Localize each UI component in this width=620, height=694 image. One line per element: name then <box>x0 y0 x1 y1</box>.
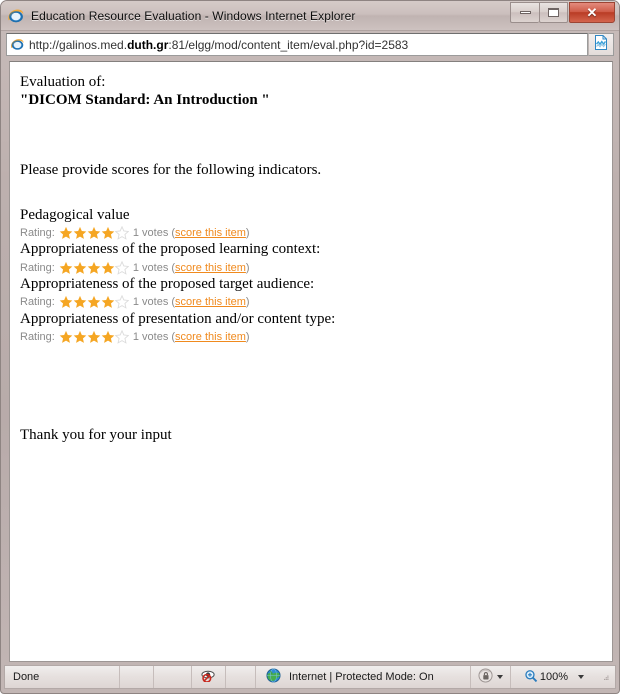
rating-label: Rating: <box>20 226 55 239</box>
star-rating <box>59 330 129 344</box>
instructions-text: Please provide scores for the following … <box>20 161 322 178</box>
status-slot-2 <box>154 666 192 688</box>
security-zone-indicator[interactable]: Internet | Protected Mode: On <box>256 666 471 688</box>
address-bar[interactable]: http://galinos.med.duth.gr:81/elgg/mod/c… <box>6 33 588 56</box>
zoom-level-text: 100% <box>539 671 569 683</box>
star-filled-icon <box>59 226 73 239</box>
indicator-label: Appropriateness of the proposed target a… <box>20 276 315 293</box>
vote-count: 1 votes <box>132 330 169 343</box>
star-rating <box>59 225 129 240</box>
minimize-button[interactable] <box>510 2 539 23</box>
privacy-report-blocked-icon <box>201 669 216 685</box>
star-filled-icon <box>73 296 87 309</box>
evaluation-of-label: Evaluation of: <box>20 74 106 90</box>
url-text[interactable]: http://galinos.med.duth.gr:81/elgg/mod/c… <box>27 38 587 52</box>
rating-label: Rating: <box>20 296 55 309</box>
score-this-item-link[interactable]: score this item <box>175 331 246 343</box>
url-suffix: :81/elgg/mod/content_item/eval.php?id=25… <box>168 37 409 52</box>
star-empty-icon <box>114 225 129 240</box>
status-bar: Done Internet | Protected Mode: On 100% <box>4 665 616 689</box>
window-title-bar[interactable]: Education Resource Evaluation - Windows … <box>1 1 619 31</box>
maximize-button[interactable] <box>539 2 568 23</box>
minimize-icon <box>519 11 531 14</box>
address-bar-favicon <box>7 37 27 52</box>
resource-title: "DICOM Standard: An Introduction " <box>20 92 270 109</box>
star-filled-icon <box>87 226 101 239</box>
protected-mode-button[interactable] <box>471 666 511 688</box>
privacy-report-button[interactable] <box>192 666 226 688</box>
status-text: Done <box>5 666 120 688</box>
compatibility-view-button[interactable] <box>588 33 614 56</box>
star-filled-icon <box>101 261 115 274</box>
resize-grip[interactable] <box>597 666 615 688</box>
zoom-control[interactable]: 100% <box>511 666 597 688</box>
vote-count: 1 votes <box>132 261 169 274</box>
chevron-down-icon[interactable] <box>578 675 585 679</box>
rating-row: Rating: 1 votes ( score this item ) <box>20 225 612 240</box>
vote-count: 1 votes <box>132 296 169 309</box>
star-filled-icon <box>59 261 73 274</box>
star-filled-icon <box>101 226 115 239</box>
url-domain: duth.gr <box>127 37 169 52</box>
close-paren: ) <box>245 226 250 239</box>
indicator-item: Appropriateness of the proposed target a… <box>20 276 612 310</box>
window-controls: ✕ <box>510 2 615 23</box>
star-filled-icon <box>73 261 87 274</box>
rating-row: Rating: 1 votes ( score this item ) <box>20 330 612 345</box>
star-empty-icon <box>114 295 129 310</box>
star-filled-icon <box>87 330 101 343</box>
address-bar-row: http://galinos.med.duth.gr:81/elgg/mod/c… <box>1 31 619 59</box>
star-filled-icon <box>101 296 115 309</box>
close-paren: ) <box>245 296 250 309</box>
indicator-item: Pedagogical value Rating: 1 votes ( scor <box>20 207 612 241</box>
star-filled-icon <box>87 296 101 309</box>
status-slot-1 <box>120 666 154 688</box>
document-body: Evaluation of: "DICOM Standard: An Intro… <box>10 62 612 444</box>
page-content-area: Evaluation of: "DICOM Standard: An Intro… <box>9 61 613 662</box>
close-paren: ) <box>245 330 250 343</box>
vote-count: 1 votes <box>132 226 169 239</box>
zoom-magnifier-icon <box>524 669 538 686</box>
indicator-list: Pedagogical value Rating: 1 votes ( scor <box>20 207 612 345</box>
star-filled-icon <box>101 330 115 343</box>
star-filled-icon <box>59 330 73 343</box>
chevron-down-icon[interactable] <box>497 675 503 679</box>
indicator-label: Appropriateness of presentation and/or c… <box>20 310 336 327</box>
thank-you-text: Thank you for your input <box>20 426 172 443</box>
star-filled-icon <box>73 226 87 239</box>
star-filled-icon <box>87 261 101 274</box>
score-this-item-link[interactable]: score this item <box>175 296 246 308</box>
star-filled-icon <box>73 330 87 343</box>
url-prefix: http://galinos.med. <box>29 37 128 52</box>
protected-mode-lock-icon <box>478 668 494 686</box>
indicator-label: Appropriateness of the proposed learning… <box>20 241 321 258</box>
rating-label: Rating: <box>20 261 55 274</box>
close-icon: ✕ <box>586 4 598 20</box>
compatibility-view-icon <box>594 34 608 55</box>
indicator-label: Pedagogical value <box>20 206 130 223</box>
internet-zone-globe-icon <box>266 668 281 686</box>
close-paren: ) <box>245 261 250 274</box>
indicator-item: Appropriateness of presentation and/or c… <box>20 311 612 345</box>
status-slot-3 <box>226 666 256 688</box>
star-rating <box>59 295 129 310</box>
internet-explorer-icon <box>7 7 25 25</box>
close-button[interactable]: ✕ <box>569 2 615 23</box>
rating-label: Rating: <box>20 330 55 343</box>
security-zone-text: Internet | Protected Mode: On <box>289 671 434 683</box>
star-filled-icon <box>59 296 73 309</box>
star-empty-icon <box>114 330 129 344</box>
score-this-item-link[interactable]: score this item <box>175 227 246 239</box>
star-empty-icon <box>114 260 129 275</box>
window-title-text: Education Resource Evaluation - Windows … <box>31 8 356 23</box>
maximize-icon <box>548 8 559 17</box>
score-this-item-link[interactable]: score this item <box>175 262 246 274</box>
indicator-item: Appropriateness of the proposed learning… <box>20 241 612 275</box>
star-rating <box>59 260 129 275</box>
rating-row: Rating: 1 votes ( score this item ) <box>20 260 612 275</box>
rating-row: Rating: 1 votes ( score this item ) <box>20 295 612 310</box>
ie-browser-window: Education Resource Evaluation - Windows … <box>0 0 620 694</box>
